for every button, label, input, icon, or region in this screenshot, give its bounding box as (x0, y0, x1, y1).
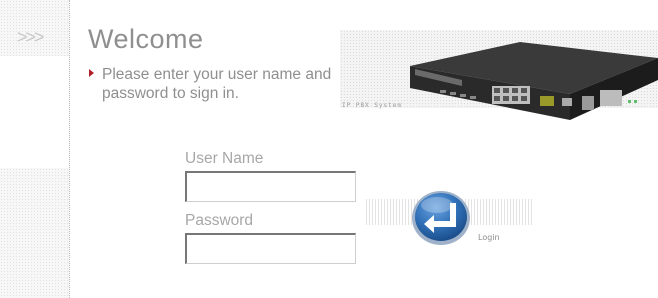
arrows-decoration: >>> (17, 27, 45, 47)
sidebar-band (0, 56, 69, 168)
login-label[interactable]: Login (478, 233, 500, 242)
username-label: User Name (185, 150, 264, 167)
username-input[interactable] (185, 171, 356, 202)
login-button[interactable] (410, 187, 480, 247)
password-input[interactable] (185, 233, 356, 264)
device-caption: IP PBX System (342, 102, 402, 109)
triangle-bullet-icon (89, 69, 94, 77)
page-title: Welcome (88, 24, 204, 54)
enter-arrow-icon (412, 191, 470, 245)
login-instructions: Please enter your user name and password… (102, 66, 332, 102)
decorative-sidebar: >>> (0, 0, 70, 298)
network-device-image (410, 42, 658, 120)
password-label: Password (185, 212, 254, 229)
